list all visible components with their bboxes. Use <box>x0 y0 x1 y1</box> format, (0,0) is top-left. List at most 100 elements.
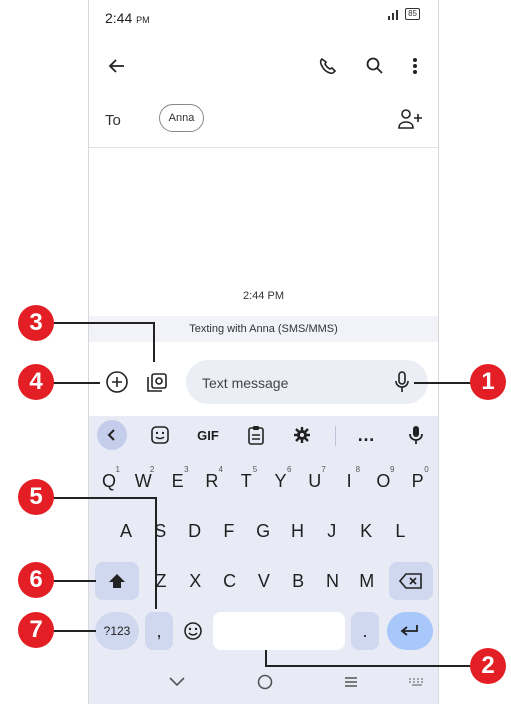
comma-key[interactable]: , <box>145 612 173 650</box>
key-label: P <box>411 470 424 491</box>
keyboard-icon <box>409 678 423 686</box>
status-time: 2:44 PM <box>105 10 150 26</box>
key-x[interactable]: X <box>179 562 211 600</box>
key-a[interactable]: A <box>110 512 142 550</box>
key-j[interactable]: J <box>316 512 348 550</box>
callout-3: 3 <box>18 305 54 341</box>
kbd-collapse-button[interactable] <box>97 420 127 450</box>
key-label: E <box>171 470 184 491</box>
key-number-hint: 6 <box>287 465 292 474</box>
battery-icon: 85 <box>405 8 420 20</box>
backspace-icon <box>399 573 422 589</box>
back-button[interactable] <box>103 52 131 80</box>
key-b[interactable]: B <box>282 562 314 600</box>
enter-key[interactable] <box>387 612 433 650</box>
key-u[interactable]: U7 <box>299 462 331 500</box>
callout-6-line <box>52 580 96 582</box>
key-number-hint: 7 <box>321 465 326 474</box>
phone-icon <box>319 57 337 75</box>
key-o[interactable]: O9 <box>367 462 399 500</box>
key-q[interactable]: Q1 <box>93 462 125 500</box>
search-button[interactable] <box>361 52 389 80</box>
nav-recents-button[interactable] <box>337 668 365 696</box>
shift-key[interactable] <box>95 562 139 600</box>
key-v[interactable]: V <box>248 562 280 600</box>
callout-7: 7 <box>18 612 54 648</box>
key-y[interactable]: Y6 <box>265 462 297 500</box>
voice-input-button[interactable] <box>388 368 416 396</box>
chevron-down-icon <box>169 677 185 687</box>
key-h[interactable]: H <box>282 512 314 550</box>
add-person-icon <box>398 109 422 129</box>
symbols-key[interactable]: ?123 <box>95 612 139 650</box>
sticker-button[interactable] <box>145 420 175 450</box>
call-button[interactable] <box>313 52 341 80</box>
header-divider <box>89 147 438 148</box>
key-label: U <box>308 470 322 491</box>
callout-1: 1 <box>470 364 506 400</box>
callout-6: 6 <box>18 562 54 598</box>
callout-4: 4 <box>18 364 54 400</box>
key-number-hint: 8 <box>355 465 361 474</box>
kbd-voice-button[interactable] <box>401 420 431 450</box>
search-icon <box>366 57 383 74</box>
key-i[interactable]: I8 <box>333 462 365 500</box>
key-g[interactable]: G <box>247 512 279 550</box>
key-r[interactable]: R4 <box>196 462 228 500</box>
gallery-camera-button[interactable] <box>143 368 171 396</box>
space-key[interactable] <box>213 612 345 650</box>
key-e[interactable]: E3 <box>162 462 194 500</box>
kbd-settings-button[interactable] <box>287 420 317 450</box>
menu-lines-icon <box>345 677 357 687</box>
nav-back-button[interactable] <box>163 668 191 696</box>
toolbar-divider <box>335 426 336 446</box>
key-l[interactable]: L <box>384 512 416 550</box>
message-timestamp: 2:44 PM <box>243 290 284 302</box>
key-k[interactable]: K <box>350 512 382 550</box>
key-s[interactable]: S <box>144 512 176 550</box>
message-input-container <box>186 360 428 406</box>
add-people-button[interactable] <box>395 106 425 132</box>
key-number-hint: 1 <box>115 465 120 474</box>
key-m[interactable]: M <box>351 562 383 600</box>
phone-screen: 2:44 PM 85 To Anna 2:44 PM Texting with … <box>88 0 439 704</box>
keyboard-switch-button[interactable] <box>405 670 429 694</box>
home-circle-icon <box>257 674 273 690</box>
period-key[interactable]: . <box>351 612 379 650</box>
gear-icon <box>294 427 310 443</box>
recipient-chip[interactable]: Anna <box>159 104 204 132</box>
callout-1-line <box>414 382 472 384</box>
key-label: Y <box>274 470 287 491</box>
key-z[interactable]: Z <box>145 562 177 600</box>
backspace-key[interactable] <box>389 562 433 600</box>
gif-button[interactable]: GIF <box>191 420 225 450</box>
key-p[interactable]: P0 <box>402 462 434 500</box>
enter-icon <box>400 625 418 636</box>
emoji-icon <box>184 622 202 640</box>
callout-2-line-v <box>265 650 267 666</box>
key-t[interactable]: T5 <box>230 462 262 500</box>
message-input[interactable] <box>200 360 384 406</box>
clipboard-button[interactable] <box>241 420 271 450</box>
callout-3-line-v <box>153 322 155 362</box>
clipboard-icon <box>248 426 264 445</box>
key-label: I <box>346 470 352 491</box>
key-c[interactable]: C <box>214 562 246 600</box>
key-f[interactable]: F <box>213 512 245 550</box>
kbd-more-button[interactable]: … <box>351 420 381 450</box>
emoji-key[interactable] <box>179 612 207 650</box>
callout-5-line-h <box>52 497 156 499</box>
chevron-left-icon <box>107 429 115 441</box>
key-d[interactable]: D <box>179 512 211 550</box>
status-icons: 85 <box>387 8 420 20</box>
key-n[interactable]: N <box>317 562 349 600</box>
arrow-back-icon <box>108 59 124 73</box>
key-w[interactable]: W2 <box>127 462 159 500</box>
nav-home-button[interactable] <box>251 668 279 696</box>
callout-4-line <box>52 382 100 384</box>
callout-3-line-h <box>52 322 154 324</box>
more-options-button[interactable] <box>405 52 425 80</box>
key-number-hint: 5 <box>252 465 258 474</box>
shift-icon <box>109 574 125 588</box>
add-attachment-button[interactable] <box>103 368 131 396</box>
